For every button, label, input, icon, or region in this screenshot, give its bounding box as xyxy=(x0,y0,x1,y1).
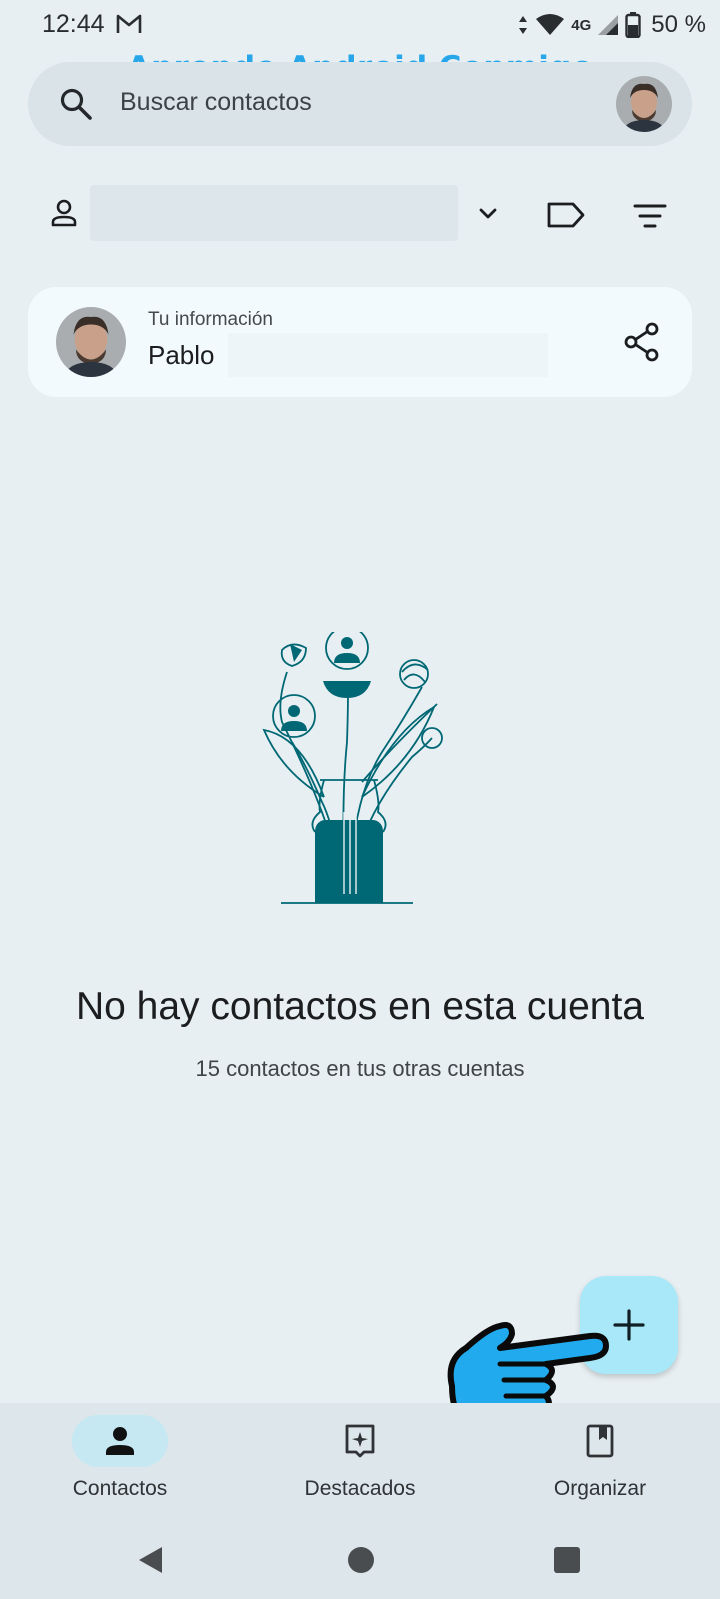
profile-avatar[interactable] xyxy=(616,76,672,132)
back-icon[interactable] xyxy=(136,1545,166,1575)
bookmark-icon xyxy=(586,1424,614,1458)
label-icon[interactable] xyxy=(546,200,586,230)
nav-item-destacados[interactable]: Destacados xyxy=(240,1403,480,1515)
chevron-down-icon[interactable] xyxy=(476,206,500,222)
empty-state-subtitle: 15 contactos en tus otras cuentas xyxy=(195,1056,525,1081)
nav-label-organizar: Organizar xyxy=(553,1477,647,1500)
nav-item-organizar[interactable]: Organizar xyxy=(480,1403,720,1515)
person-icon xyxy=(106,1427,134,1455)
your-info-name: Pablo xyxy=(148,340,215,370)
home-icon[interactable] xyxy=(348,1547,374,1573)
gmail-icon xyxy=(116,14,142,33)
search-input[interactable]: Buscar contactos xyxy=(120,88,312,117)
account-selector[interactable] xyxy=(90,185,458,241)
nav-item-contactos[interactable]: Contactos xyxy=(0,1403,240,1515)
network-type: 4G xyxy=(571,16,592,34)
nav-label-destacados: Destacados xyxy=(304,1477,416,1500)
recents-icon[interactable] xyxy=(554,1547,580,1573)
nav-label-contactos: Contactos xyxy=(72,1477,168,1500)
battery-icon xyxy=(625,12,641,38)
signal-icon xyxy=(598,15,619,35)
search-icon xyxy=(60,88,92,120)
status-bar: 12:44 4G 50 % xyxy=(0,0,720,52)
highlights-icon xyxy=(345,1424,375,1458)
wifi-icon xyxy=(536,14,565,35)
share-icon[interactable] xyxy=(622,321,662,363)
system-navigation-bar xyxy=(0,1515,720,1599)
search-bar[interactable]: Buscar contactos xyxy=(28,62,692,146)
your-info-card[interactable]: Tu información Pablo xyxy=(28,287,692,397)
status-icons: 4G 50 % xyxy=(517,8,706,42)
bottom-navigation: Contactos Destacados Organizar xyxy=(0,1403,720,1515)
your-info-label: Tu información xyxy=(148,309,273,330)
data-arrows-icon xyxy=(519,16,528,34)
empty-state-title: No hay contactos en esta cuenta xyxy=(75,985,645,1028)
account-icon xyxy=(51,199,77,227)
name-highlight xyxy=(228,333,548,377)
status-time: 12:44 xyxy=(42,10,105,38)
avatar xyxy=(56,307,126,377)
empty-contacts-illustration xyxy=(262,632,443,904)
filter-icon[interactable] xyxy=(633,202,667,230)
battery-percent: 50 % xyxy=(651,11,706,38)
